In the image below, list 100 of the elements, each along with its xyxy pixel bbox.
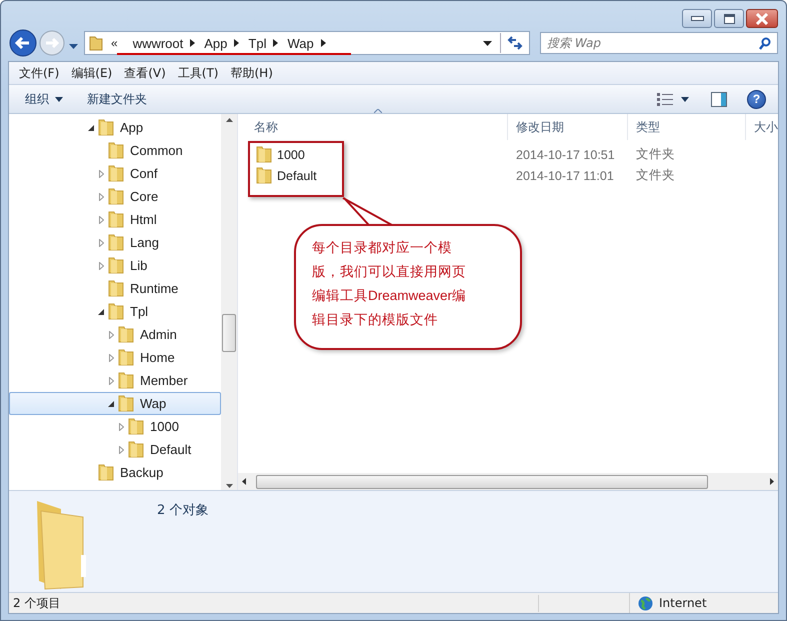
breadcrumb-arrow-icon[interactable] <box>190 39 196 47</box>
collapsed-arrow-icon[interactable] <box>108 354 114 362</box>
collapsed-arrow-icon[interactable] <box>98 262 104 270</box>
folder-icon <box>128 441 144 458</box>
back-button[interactable] <box>9 29 37 57</box>
expanded-arrow-icon[interactable] <box>88 124 94 130</box>
breadcrumb-item[interactable]: App <box>197 36 234 50</box>
caret-icon <box>55 96 63 102</box>
collapsed-arrow-icon[interactable] <box>98 238 104 246</box>
overflow-chevron[interactable]: « <box>111 36 118 50</box>
scroll-down-icon[interactable] <box>226 484 232 488</box>
close-button[interactable] <box>746 9 778 28</box>
callout-text: 每个目录都对应一个模版，我们可以直接用网页编辑工具Dreamweaver编辑目录下的模版文件 <box>312 239 468 329</box>
scroll-thumb[interactable] <box>222 314 236 352</box>
menu-item[interactable]: 文件(F) <box>13 64 66 82</box>
collapsed-arrow-icon[interactable] <box>98 216 104 224</box>
breadcrumb-item[interactable]: Wap <box>280 36 321 50</box>
date-cell-text: 2014-10-17 10:51 <box>515 148 616 162</box>
tree-item[interactable]: App <box>9 116 221 139</box>
organize-button[interactable]: 组织 <box>17 90 71 108</box>
sort-caret-icon <box>374 109 382 113</box>
folder-icon <box>118 395 134 412</box>
view-list-icon[interactable] <box>657 92 673 106</box>
collapsed-arrow-icon[interactable] <box>108 330 114 338</box>
folder-icon <box>98 119 114 136</box>
tree-item[interactable]: Conf <box>9 162 221 185</box>
tree-item[interactable]: Common <box>9 139 221 162</box>
tree-item[interactable]: Core <box>9 185 221 208</box>
menu-item[interactable]: 工具(T) <box>172 64 224 82</box>
dropdown-caret-icon[interactable] <box>483 40 492 46</box>
search-field[interactable]: 搜索 Wap <box>540 32 778 54</box>
scroll-thumb[interactable] <box>256 474 708 488</box>
preview-pane-icon[interactable] <box>711 92 727 106</box>
column-header[interactable]: 大小 <box>746 114 778 140</box>
folder-icon <box>108 211 124 228</box>
tree-item[interactable]: Backup <box>9 461 221 484</box>
vertical-scrollbar[interactable] <box>221 114 237 490</box>
tree-item[interactable]: Runtime <box>9 277 221 300</box>
tree-item[interactable]: Wap <box>9 392 221 415</box>
tree-item[interactable]: Lang <box>9 231 221 254</box>
file-row[interactable]: Default 2014-10-17 11:01 文件夹 <box>238 165 778 186</box>
dropdown-caret-icon[interactable] <box>681 96 689 102</box>
tree-item[interactable]: Html <box>9 208 221 231</box>
globe-icon <box>638 596 653 610</box>
new-folder-button[interactable]: 新建文件夹 <box>79 90 155 108</box>
folder-icon <box>108 257 124 274</box>
collapsed-arrow-icon[interactable] <box>98 192 104 200</box>
breadcrumb-arrow-icon[interactable] <box>320 39 326 47</box>
tree-item[interactable]: Lib <box>9 254 221 277</box>
column-header[interactable]: 类型 <box>628 114 746 140</box>
tree-item[interactable]: Member <box>9 369 221 392</box>
folder-icon <box>118 372 134 389</box>
folder-icon <box>108 188 124 205</box>
collapsed-arrow-icon[interactable] <box>98 170 104 178</box>
tree-item[interactable]: Home <box>9 346 221 369</box>
tree-item-label: Backup <box>120 465 164 480</box>
tree-item-label: Common <box>130 143 183 158</box>
collapsed-arrow-icon[interactable] <box>108 376 114 384</box>
item-count: 2 个对象 <box>157 502 208 520</box>
scroll-up-icon[interactable] <box>226 118 232 122</box>
menu-item[interactable]: 查看(V) <box>118 64 172 82</box>
tree-item[interactable]: Default <box>9 438 221 461</box>
tree-item-label: Wap <box>140 396 166 411</box>
maximize-button[interactable] <box>714 9 744 28</box>
tree-item-label: Html <box>130 212 157 227</box>
tree-item-label: Lang <box>130 235 159 250</box>
breadcrumb-item[interactable]: wwwroot <box>126 36 190 50</box>
collapsed-arrow-icon[interactable] <box>118 446 124 454</box>
breadcrumb-arrow-icon[interactable] <box>234 39 240 47</box>
minimize-button[interactable] <box>682 9 712 28</box>
address-bar[interactable]: « wwwroot App Tpl Wap <box>84 31 530 55</box>
folder-icon <box>108 303 124 320</box>
folder-icon <box>89 35 103 51</box>
tree-item-label: Runtime <box>130 281 178 296</box>
tree-item-label: Member <box>140 373 188 388</box>
scroll-right-icon[interactable] <box>770 478 774 485</box>
file-row[interactable]: 1000 2014-10-17 10:51 文件夹 <box>238 144 778 165</box>
folder-icon <box>128 418 144 435</box>
breadcrumb-arrow-icon[interactable] <box>273 39 278 47</box>
horizontal-scrollbar[interactable] <box>238 473 778 490</box>
folder-icon <box>98 464 114 481</box>
file-name: 1000 <box>277 148 305 162</box>
column-header[interactable]: 修改日期 <box>508 114 628 140</box>
folder-icon <box>108 142 124 159</box>
menu-item[interactable]: 编辑(E) <box>65 64 118 82</box>
tree-item[interactable]: Tpl <box>9 300 221 323</box>
collapsed-arrow-icon[interactable] <box>118 422 124 430</box>
expanded-arrow-icon[interactable] <box>98 308 104 314</box>
expanded-arrow-icon[interactable] <box>108 400 114 406</box>
help-button[interactable]: ? <box>747 90 766 108</box>
tree-item[interactable]: Admin <box>9 323 221 346</box>
tree-item-label: 1000 <box>150 419 179 434</box>
breadcrumb-item[interactable]: Tpl <box>241 36 274 50</box>
scroll-left-icon[interactable] <box>242 478 246 485</box>
folder-icon <box>256 167 272 184</box>
column-header[interactable]: 名称 <box>238 114 508 140</box>
tree-item[interactable]: 1000 <box>9 415 221 438</box>
tree-item-label: Home <box>140 350 175 365</box>
tree-item-label: Admin <box>140 327 177 342</box>
menu-item[interactable]: 帮助(H) <box>224 64 279 82</box>
